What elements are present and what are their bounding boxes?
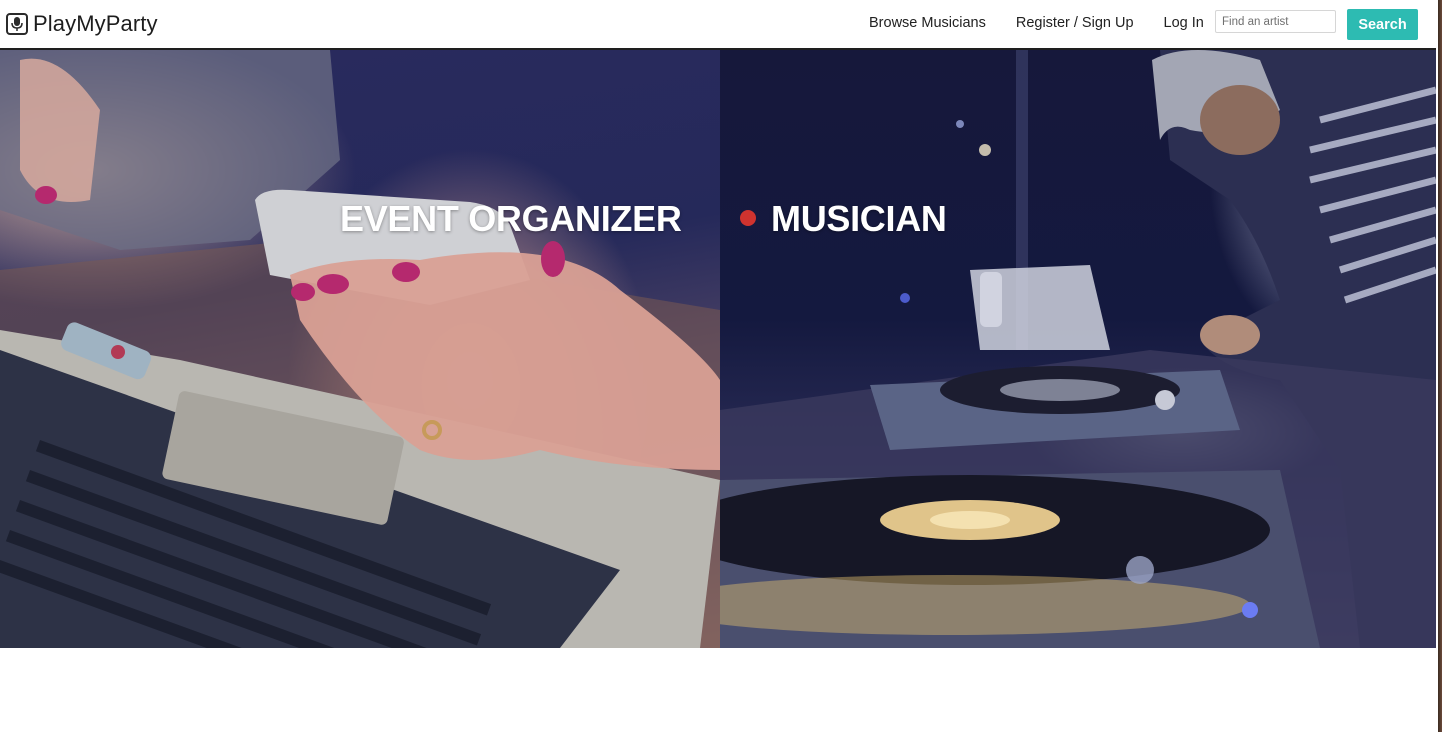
nav-links: Browse Musicians Register / Sign Up Log … xyxy=(869,15,1204,31)
event-organizer-title[interactable]: EVENT ORGANIZER xyxy=(340,198,682,240)
window-edge xyxy=(1436,0,1442,732)
brand-logo-link[interactable]: PlayMyParty xyxy=(6,8,158,40)
nav-browse-musicians-link[interactable]: Browse Musicians xyxy=(869,15,986,31)
laptop-phone-photo xyxy=(0,50,720,648)
nav-register-link[interactable]: Register / Sign Up xyxy=(1016,15,1134,31)
artist-search-input[interactable] xyxy=(1215,10,1336,33)
search-button[interactable]: Search xyxy=(1347,9,1418,40)
event-organizer-panel[interactable]: EVENT ORGANIZER xyxy=(0,50,720,648)
navbar: PlayMyParty Browse Musicians Register / … xyxy=(0,0,1436,50)
musician-panel[interactable]: MUSICIAN xyxy=(720,50,1436,648)
brand-name: PlayMyParty xyxy=(33,11,158,36)
microphone-icon xyxy=(6,13,28,35)
musician-title[interactable]: MUSICIAN xyxy=(771,198,947,240)
nav-login-link[interactable]: Log In xyxy=(1164,15,1204,31)
dj-turntables-photo xyxy=(720,50,1436,648)
